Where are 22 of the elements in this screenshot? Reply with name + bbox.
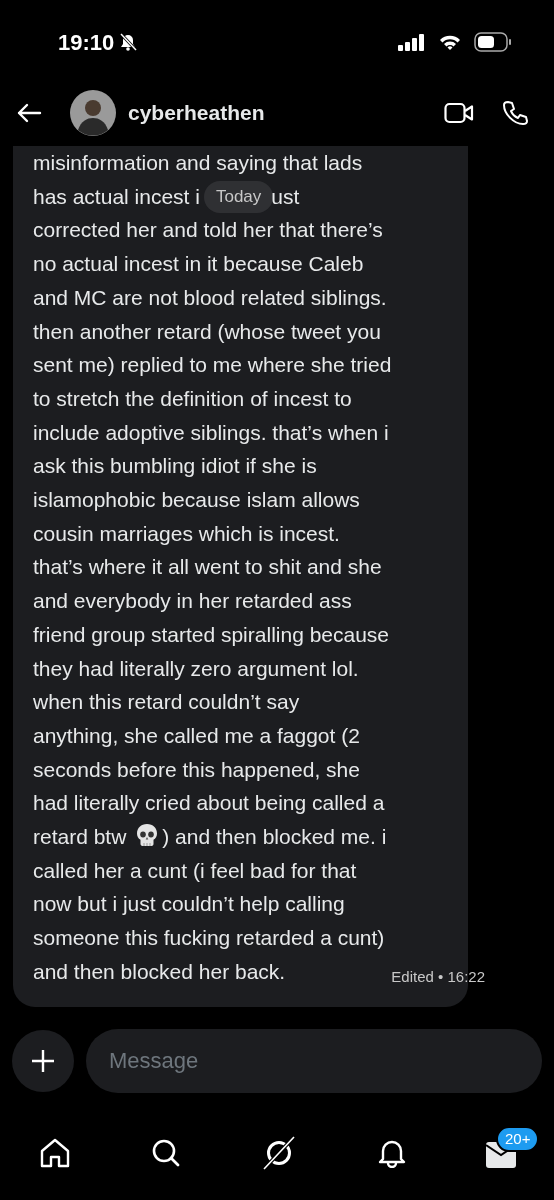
home-icon[interactable] bbox=[40, 1137, 70, 1168]
contact-name[interactable]: cyberheathen bbox=[128, 97, 265, 129]
back-arrow-icon[interactable] bbox=[16, 103, 42, 123]
status-time: 19:10 bbox=[58, 28, 115, 57]
message-input[interactable]: Message bbox=[86, 1028, 542, 1093]
phone-icon[interactable] bbox=[502, 100, 528, 126]
skull-icon bbox=[136, 823, 159, 848]
battery-icon bbox=[474, 32, 512, 52]
message-text: corrected her and told her that there’s no actual incest in it because Caleb and MC are not blood related siblings. then another retard (whose tweet you sent me) replied to me where she tried to stretch the definition of incest to include adoptive siblings. that’s when i ask this bumbling idiot if she is islamophobic because islam allows cousin marriages which is incest. that’s where it all went to shit and she and everybody in her retarded ass friend group started spiralling because they had literally zero argument lol. when this retard couldn’t say anything, she called me a faggot (2 seconds before this happened, she had literally cried about being called a retard btw ) and then blocked me. i called her a cunt (i feel bad for that now but i just couldn’t help calling someone this fucking retarded a cunt) and then blocked her back. bbox=[33, 217, 392, 985]
muted-bell-icon bbox=[118, 32, 139, 52]
slashed-circle-icon[interactable] bbox=[261, 1134, 297, 1171]
avatar[interactable] bbox=[70, 90, 116, 136]
message-text: misinformation and saying that lads bbox=[33, 150, 364, 176]
message-text: has actual incest i bbox=[33, 183, 200, 210]
plus-icon bbox=[31, 1048, 55, 1073]
signal-icon bbox=[398, 33, 426, 51]
wifi-icon bbox=[438, 33, 462, 51]
message-text: ust bbox=[271, 183, 300, 210]
notification-badge: 20+ bbox=[496, 1125, 540, 1152]
message-meta: Edited • 16:22 bbox=[391, 966, 485, 987]
search-icon[interactable] bbox=[150, 1137, 181, 1168]
video-call-icon[interactable] bbox=[444, 102, 474, 124]
